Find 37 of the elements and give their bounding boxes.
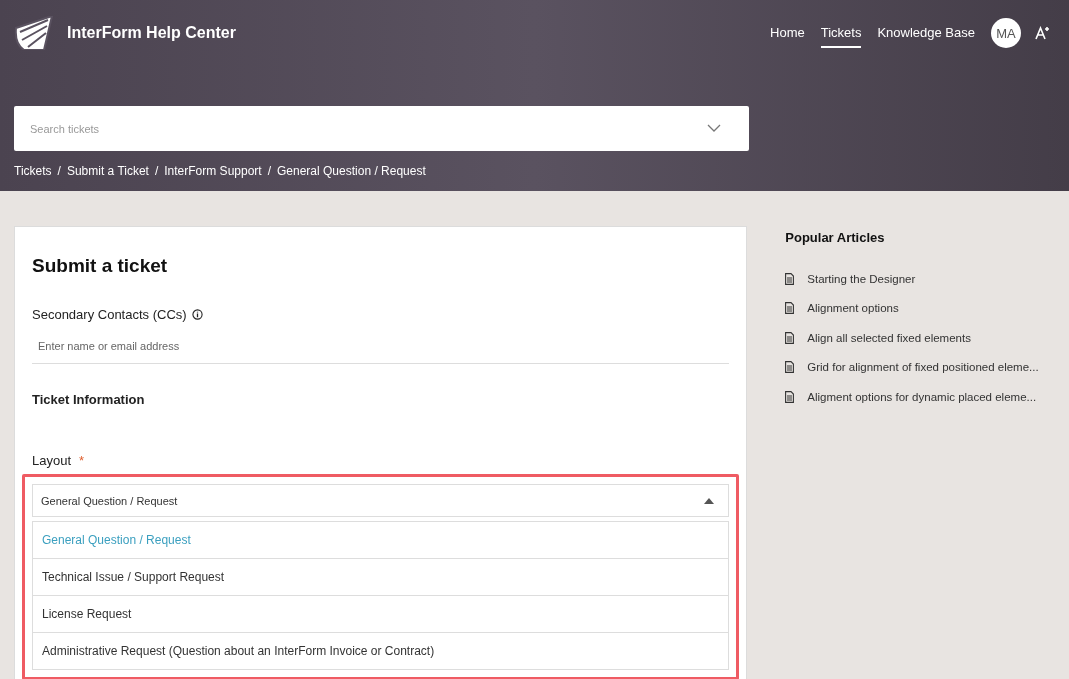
article-link[interactable]: Align all selected fixed elements (807, 331, 971, 344)
site-title: InterForm Help Center (67, 24, 236, 42)
breadcrumb-link[interactable]: Tickets (14, 164, 52, 178)
breadcrumb-separator: / (267, 164, 271, 178)
document-icon (785, 331, 795, 344)
breadcrumb-link[interactable]: InterForm Support (164, 164, 262, 178)
article-link[interactable]: Aligment options for dynamic placed eleme... (807, 390, 1037, 403)
nav-link[interactable]: Tickets (820, 18, 862, 48)
text-size-icon[interactable] (1035, 26, 1049, 40)
field-label: Secondary Contacts (CCs) (32, 307, 187, 322)
document-icon (785, 272, 795, 285)
chevron-down-icon[interactable] (707, 124, 721, 133)
info-icon[interactable] (191, 309, 203, 320)
document-icon (785, 361, 795, 374)
field-label: Layout (32, 453, 72, 468)
user-avatar[interactable]: MA (991, 18, 1021, 48)
required-asterisk: * (79, 453, 85, 468)
breadcrumb-link[interactable]: Submit a Ticket (66, 164, 149, 178)
article-link[interactable]: Grid for alignment of fixed positioned eleme... (807, 361, 1039, 374)
article-link[interactable]: Starting the Designer (807, 272, 916, 285)
search-field[interactable]: Search tickets (14, 106, 749, 151)
dropdown-option[interactable]: Technical Issue / Support Request (33, 559, 729, 596)
dropdown-option[interactable]: License Request (33, 596, 729, 633)
document-icon (785, 390, 795, 403)
nav-link[interactable]: Knowledge Base (877, 18, 975, 48)
section-heading: Ticket Information (32, 392, 146, 407)
form-title: Submit a ticket (32, 255, 169, 277)
breadcrumb-link[interactable]: General Question / Request (277, 164, 426, 178)
dropdown-option[interactable]: Administrative Request (Question about an InterForm Invoice or Contract) (33, 633, 729, 670)
article-link[interactable]: Alignment options (807, 302, 899, 315)
logo-icon (14, 16, 54, 50)
breadcrumb-separator: / (154, 164, 159, 178)
nav-link[interactable]: Home (770, 18, 805, 48)
document-icon (785, 302, 795, 315)
sidebar-heading: Popular Articles (785, 230, 886, 245)
layout-dropdown[interactable]: General Question / Request (32, 484, 730, 517)
breadcrumb-separator: / (57, 164, 61, 178)
